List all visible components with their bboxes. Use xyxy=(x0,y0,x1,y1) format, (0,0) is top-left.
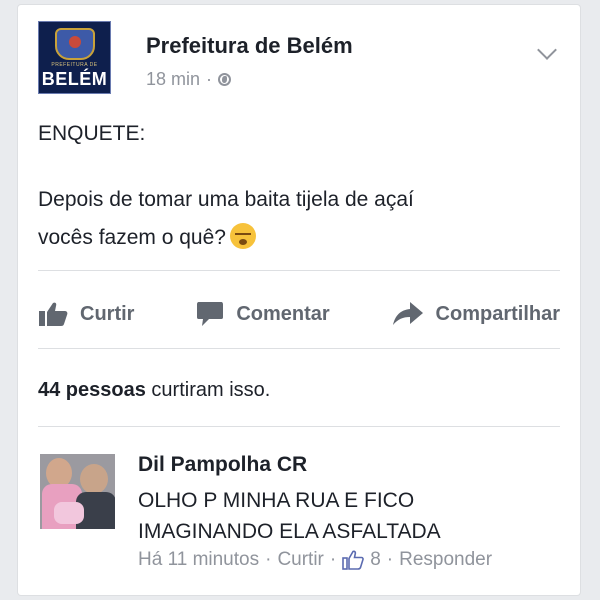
comment-button[interactable]: Comentar xyxy=(196,301,330,327)
share-button[interactable]: Compartilhar xyxy=(392,301,560,327)
divider xyxy=(38,270,560,271)
meta-separator: · xyxy=(206,69,213,89)
logo-text: BELÉM xyxy=(41,69,108,89)
reply-button[interactable]: Responder xyxy=(399,549,492,571)
share-arrow-icon xyxy=(392,302,423,325)
post-actions: Curtir Comentar Compartilhar xyxy=(38,292,560,336)
comment-label: Comentar xyxy=(236,302,330,325)
likes-summary: 44 pessoas curtiram isso. xyxy=(38,379,270,402)
logo-small-text: PREFEITURA DE xyxy=(51,62,98,68)
meta-separator: · xyxy=(386,549,394,570)
thumbs-up-outline-icon xyxy=(342,550,365,570)
globe-icon xyxy=(218,73,232,86)
post-line-3-wrap: vocês fazem o quê? xyxy=(38,219,560,257)
comment-author-link[interactable]: Dil Pampolha CR xyxy=(138,453,307,477)
post-time[interactable]: 18 min xyxy=(146,69,200,90)
divider xyxy=(38,348,560,349)
divider xyxy=(38,426,560,427)
comment-text: OLHO P MINHA RUA E FICO IMAGINANDO ELA A… xyxy=(138,485,558,547)
coat-of-arms-icon xyxy=(55,28,95,60)
post-meta: 18 min · xyxy=(146,69,232,90)
post-card: PREFEITURA DE BELÉM Prefeitura de Belém … xyxy=(18,5,580,595)
page-logo[interactable]: PREFEITURA DE BELÉM xyxy=(38,21,111,94)
like-button[interactable]: Curtir xyxy=(38,301,134,327)
page-name-link[interactable]: Prefeitura de Belém xyxy=(146,33,353,59)
post-line-3: vocês fazem o quê? xyxy=(38,226,226,249)
meta-separator: · xyxy=(329,549,337,570)
thumbs-up-icon xyxy=(39,302,68,326)
comment: Dil Pampolha CR OLHO P MINHA RUA E FICO … xyxy=(40,451,560,581)
share-label: Compartilhar xyxy=(435,302,560,325)
chevron-down-icon[interactable] xyxy=(537,40,557,60)
meta-separator: · xyxy=(265,549,272,570)
comment-time[interactable]: Há 11 minutos xyxy=(138,549,259,571)
likes-suffix: curtiram isso. xyxy=(151,379,271,401)
post-line-2: Depois de tomar uma baita tijela de açaí xyxy=(38,188,414,211)
comment-like-count[interactable]: 8 xyxy=(342,549,381,571)
post-header: PREFEITURA DE BELÉM Prefeitura de Belém … xyxy=(36,19,562,99)
comment-like-button[interactable]: Curtir xyxy=(277,549,323,571)
like-label: Curtir xyxy=(80,302,135,325)
avatar[interactable] xyxy=(40,454,115,529)
comment-meta: Há 11 minutos · Curtir · 8 · Responder xyxy=(138,549,492,571)
speech-bubble-icon xyxy=(197,302,224,326)
post-text: ENQUETE: Depois de tomar uma baita tijel… xyxy=(38,115,560,257)
likes-count-link[interactable]: 44 pessoas xyxy=(38,379,146,401)
post-line-1: ENQUETE: xyxy=(38,122,146,145)
sleeping-face-emoji-icon xyxy=(229,223,256,249)
comment-line-2: IMAGINANDO ELA ASFALTADA xyxy=(138,520,441,543)
like-count: 8 xyxy=(370,549,381,570)
comment-line-1: OLHO P MINHA RUA E FICO xyxy=(138,489,415,512)
